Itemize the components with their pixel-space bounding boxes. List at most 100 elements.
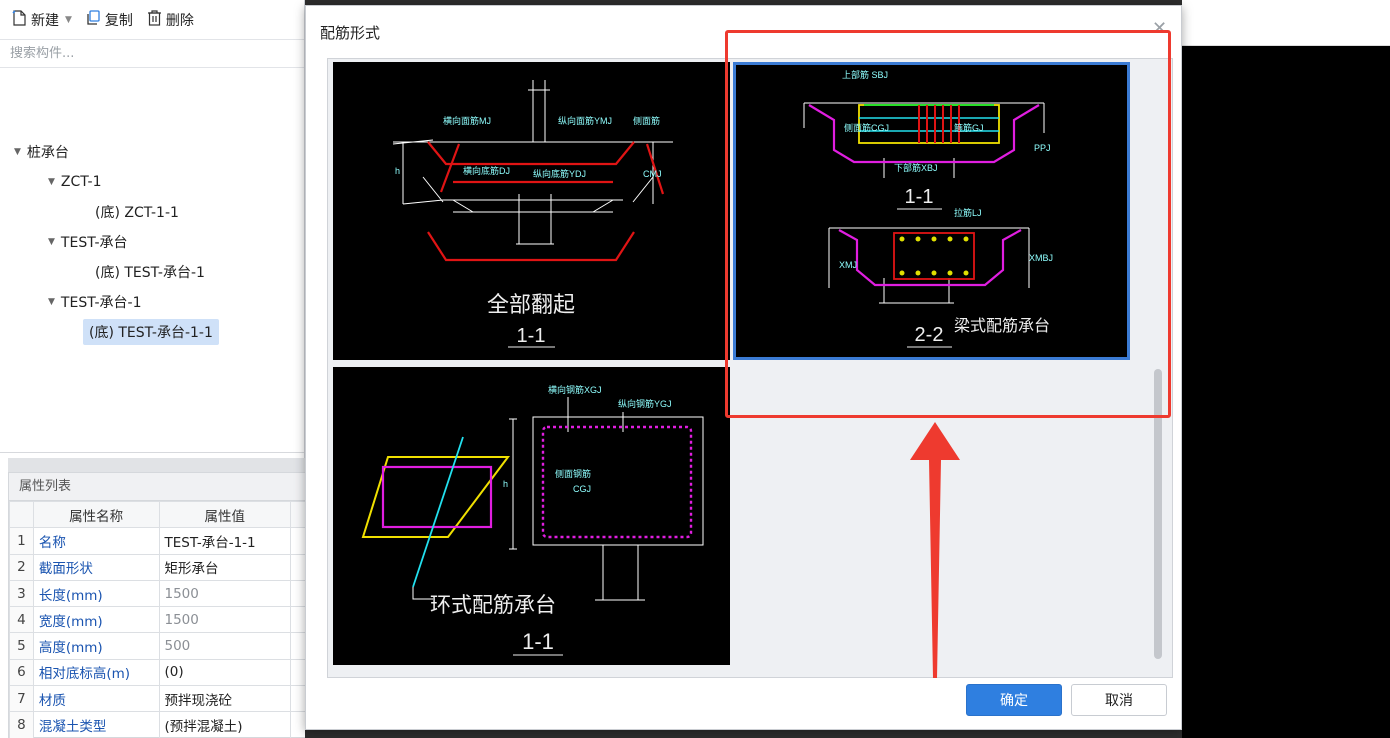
row-index: 6 [9, 658, 34, 687]
property-table: 属性名称 属性值 1 名称 TEST-承台-1-1 2 截面形状 矩形承台 3 … [9, 500, 306, 738]
panel-splitter[interactable] [8, 458, 305, 472]
table-row[interactable]: 8 混凝土类型 (预拌混凝土) [9, 711, 306, 738]
property-value[interactable]: TEST-承台-1-1 [158, 527, 292, 555]
row-extra [290, 553, 306, 581]
chevron-down-icon[interactable]: ▼ [48, 177, 55, 187]
tree-node-label: (底) TEST-承台-1-1 [89, 325, 213, 341]
dialog-title: 配筋形式 [320, 24, 381, 42]
cancel-button[interactable]: 取消 [1071, 684, 1167, 716]
label-cgj: CGJ [573, 484, 591, 494]
row-index: 5 [9, 632, 34, 660]
row-extra [290, 632, 306, 660]
tree-node-label: TEST-承台 [60, 235, 128, 251]
tree-node-root[interactable]: ▼ 桩承台 [14, 139, 69, 165]
copy-button[interactable]: 复制 [86, 9, 133, 30]
label-h: h [395, 166, 400, 176]
label-side: 侧面筋 [633, 115, 660, 126]
tree-node-label: TEST-承台-1 [60, 295, 142, 311]
section-label: 1-1 [522, 629, 554, 654]
label-cgj: 侧面筋CGJ [844, 122, 889, 133]
table-row[interactable]: 1 名称 TEST-承台-1-1 [9, 527, 306, 555]
option-caption: 梁式配筋承台 [954, 317, 1050, 335]
tree-node-label: (底) TEST-承台-1 [95, 265, 205, 281]
tree-node-label: (底) ZCT-1-1 [95, 205, 179, 221]
property-list-title: 属性列表 [9, 473, 305, 501]
label-ppj: PPJ [1034, 143, 1051, 153]
table-row[interactable]: 6 相对底标高(m) (0) [9, 658, 306, 687]
chevron-down-icon[interactable]: ▼ [48, 237, 55, 247]
option-ring-style[interactable]: 横向钢筋XGJ 纵向钢筋YGJ 侧面钢筋 CGJ h 环式配筋承台 1-1 [333, 367, 730, 665]
label-mj: 横向面筋MJ [443, 115, 491, 126]
new-button-label: 新建 [31, 12, 59, 29]
new-file-icon [12, 9, 27, 30]
tree-node-label: ZCT-1 [60, 174, 102, 190]
tree-node-zct-1[interactable]: ▼ ZCT-1 [48, 169, 102, 195]
property-value[interactable]: (预拌混凝土) [158, 711, 292, 738]
property-name: 混凝土类型 [32, 711, 160, 738]
row-index: 3 [9, 579, 34, 608]
property-value[interactable]: 1500 [158, 579, 292, 608]
tree-node-test-chengtai-1-group[interactable]: ▼ TEST-承台-1 [48, 289, 141, 315]
option-beam-style[interactable]: 上部筋 SBJ 侧面筋CGJ 箍筋GJ 下部筋XBJ PPJ 拉筋LJ XMJ … [733, 62, 1130, 360]
label-gj: 箍筋GJ [954, 122, 984, 133]
chevron-down-icon[interactable]: ▼ [48, 297, 55, 307]
trash-icon [147, 9, 162, 30]
option-caption: 环式配筋承台 [430, 594, 556, 617]
delete-button[interactable]: 删除 [147, 9, 194, 30]
table-row[interactable]: 7 材质 预拌现浇砼 [9, 685, 306, 713]
tree-node-label: 桩承台 [26, 145, 69, 161]
row-extra [290, 527, 306, 555]
table-row[interactable]: 4 宽度(mm) 1500 [9, 606, 306, 634]
tree-node-test-chengtai-1-1[interactable]: (底) TEST-承台-1-1 [83, 319, 219, 345]
label-xmbj: XMBJ [1029, 253, 1053, 263]
section-label-a: 1-1 [905, 186, 934, 208]
label-dj: 横向底筋DJ [463, 165, 510, 176]
section-label-b: 2-2 [915, 324, 944, 346]
property-value[interactable]: 预拌现浇砼 [158, 685, 292, 713]
option-full-bent[interactable]: 横向面筋MJ 纵向面筋YMJ 横向底筋DJ 纵向底筋YDJ CMJ h 侧面筋 … [333, 62, 730, 360]
label-xbj: 下部筋XBJ [894, 162, 938, 173]
component-toolbar: 新建 ▼ 复制 删除 [0, 0, 304, 40]
property-header-row: 属性名称 属性值 [9, 500, 306, 529]
label-sbj: 上部筋 SBJ [842, 69, 888, 80]
chevron-down-icon[interactable]: ▼ [65, 15, 72, 25]
label-xmj: XMJ [839, 260, 857, 270]
tree-node-test-chengtai[interactable]: ▼ TEST-承台 [48, 229, 128, 255]
label-h: h [503, 479, 508, 489]
search-box [0, 40, 304, 68]
table-row[interactable]: 3 长度(mm) 1500 [9, 579, 306, 608]
table-row[interactable]: 2 截面形状 矩形承台 [9, 553, 306, 581]
row-index: 4 [9, 606, 34, 634]
property-name: 宽度(mm) [32, 606, 160, 634]
table-row[interactable]: 5 高度(mm) 500 [9, 632, 306, 660]
tree-node-zct-1-1[interactable]: (底) ZCT-1-1 [95, 199, 179, 225]
property-value-header: 属性值 [158, 500, 292, 529]
row-extra [290, 658, 306, 687]
label-cmj: CMJ [643, 169, 662, 179]
property-value[interactable]: (0) [158, 658, 292, 687]
delete-button-label: 删除 [165, 12, 194, 29]
property-value[interactable]: 500 [158, 632, 292, 660]
search-input[interactable] [10, 46, 304, 61]
row-extra [290, 606, 306, 634]
property-name: 相对底标高(m) [32, 658, 160, 687]
row-extra [290, 711, 306, 738]
chevron-down-icon[interactable]: ▼ [14, 147, 21, 157]
workspace-header-strip [1182, 0, 1390, 46]
property-list: 属性列表 属性名称 属性值 1 名称 TEST-承台-1-1 2 截面形状 矩形… [8, 472, 306, 738]
rebar-options-grid: 横向面筋MJ 纵向面筋YMJ 横向底筋DJ 纵向底筋YDJ CMJ h 侧面筋 … [327, 58, 1173, 678]
property-name: 长度(mm) [32, 579, 160, 608]
property-value[interactable]: 矩形承台 [158, 553, 292, 581]
option-caption: 全部翻起 [487, 292, 575, 317]
confirm-button[interactable]: 确定 [966, 684, 1062, 716]
tree-node-test-chengtai-1[interactable]: (底) TEST-承台-1 [95, 259, 205, 285]
property-value[interactable]: 1500 [158, 606, 292, 634]
vertical-scrollbar[interactable] [1154, 369, 1162, 659]
extra-header [290, 500, 306, 529]
label-ydj: 纵向底筋YDJ [533, 168, 586, 179]
row-index: 8 [9, 711, 34, 738]
section-label: 1-1 [517, 325, 546, 347]
drawing-canvas[interactable] [1182, 46, 1390, 738]
new-button[interactable]: 新建 ▼ [12, 9, 72, 30]
close-icon[interactable]: ✕ [1152, 18, 1167, 39]
